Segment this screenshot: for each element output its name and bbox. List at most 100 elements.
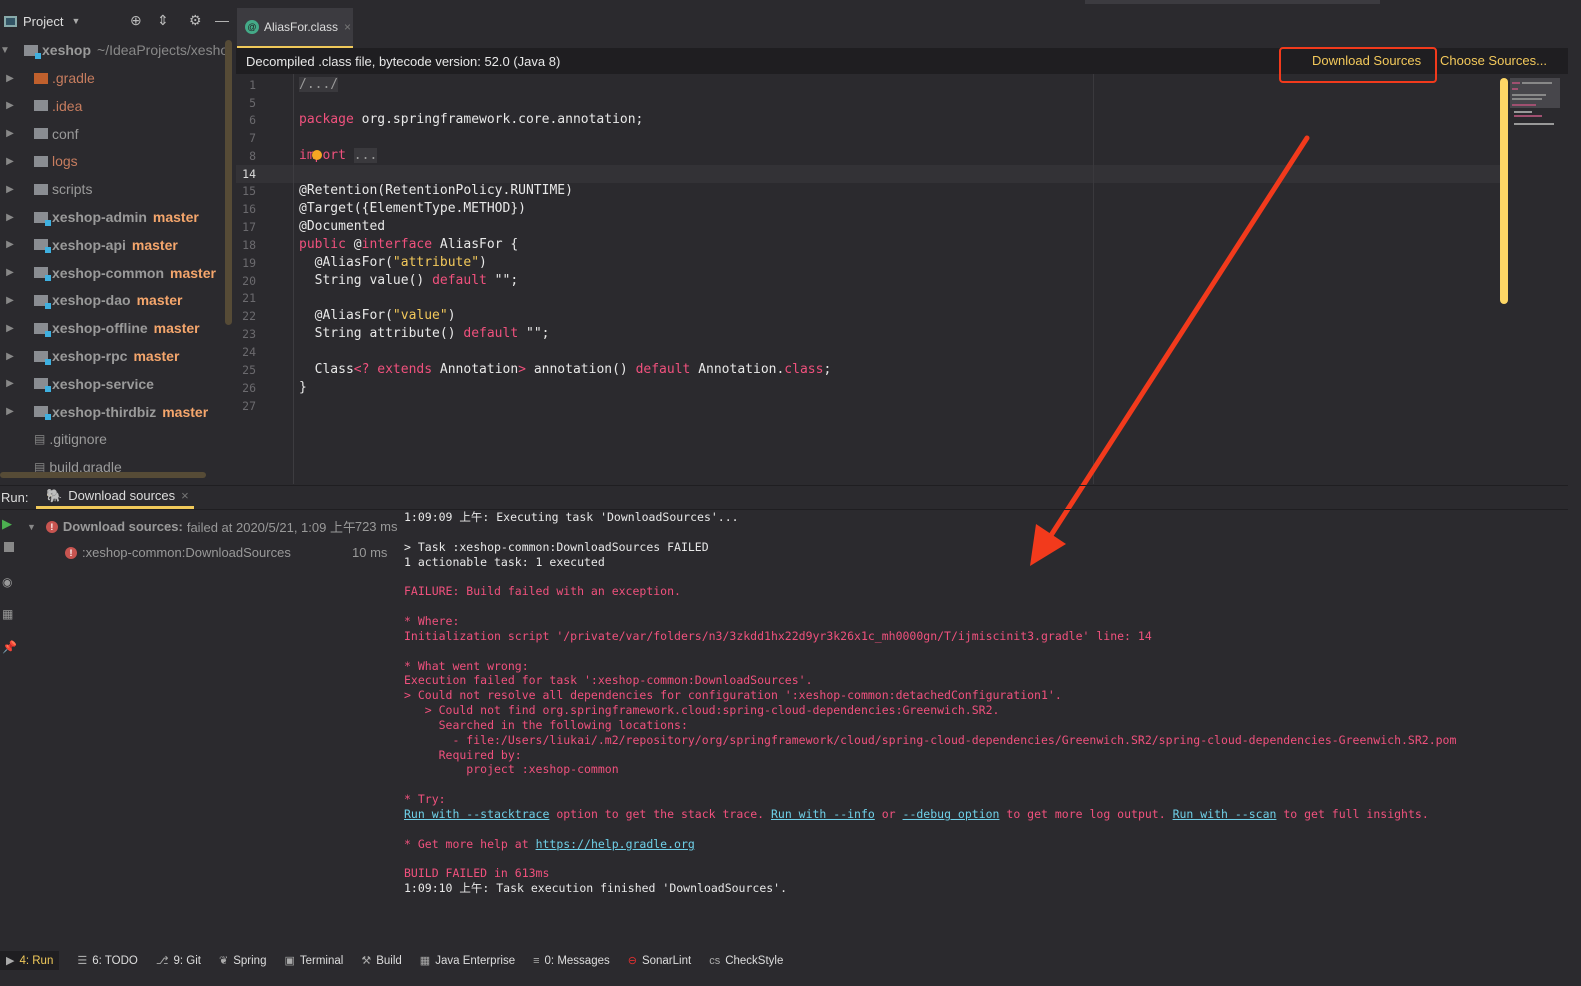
tool-window-button[interactable]: ▶ 4: Run [0,951,60,970]
console-line: > Could not find org.springframework.clo… [404,703,1000,718]
console-text: - file:/Users/liukai/.m2/repository/org/… [404,732,1457,747]
console-link[interactable]: --debug option [903,807,1000,821]
console-line: Execution failed for task ':xeshop-commo… [404,673,813,688]
console-line: - file:/Users/liukai/.m2/repository/org/… [404,733,1456,748]
console-text: BUILD FAILED in 613ms [404,866,550,881]
console-line: Searched in the following locations: [404,718,688,733]
console-line: Initialization script '/private/var/fold… [404,629,1152,644]
tool-window-bar: ▶ 4: Run ☰ 6: TODO ⎇ 9: Git ❦ Spring ▣ Terminal ⚒ B… [0,948,1581,973]
task-name: :xeshop-common:DownloadSources [82,545,291,560]
run-label: Run: [1,490,29,505]
hammer-icon: ⚒ [361,955,372,967]
chevron-down-icon[interactable]: ▼ [27,522,36,532]
run-tab-label: Download sources [68,488,176,503]
tool-window-button[interactable]: ⚒ Build [361,954,402,968]
console-link[interactable]: https://help.gradle.org [536,837,695,851]
tool-window-button[interactable]: ❦ Spring [219,954,267,968]
tool-window-label: SonarLint [641,954,692,967]
messages-icon: ≡ [533,954,540,967]
console-line: * What went wrong: [404,659,529,674]
console-line: > Task :xeshop-common:DownloadSources FA… [404,540,709,555]
tool-window-label: 4: Run [19,954,54,967]
error-icon: ! [45,520,58,533]
console-line: * Try: [404,792,446,807]
tool-window-label: Spring [233,954,267,967]
console-text: * Where: [404,613,460,628]
java-enterprise-icon: ▦ [419,955,431,967]
console-line: * Get more help at https://help.gradle.o… [404,837,695,852]
tool-window-button[interactable]: ⎇ 9: Git [155,954,201,968]
console-text: or [874,807,903,821]
console-text: > Could not resolve all dependencies for… [404,688,1062,703]
console-text: 1:09:10 上午: Task execution finished 'Dow… [404,881,788,896]
console-text: 1 actionable task: 1 executed [404,554,605,569]
checkstyle-icon: cs [709,954,721,967]
tool-window-label: CheckStyle [725,954,784,967]
tool-window-button[interactable]: cs CheckStyle [709,955,783,967]
play-icon: ▶ [6,955,15,967]
console-line: BUILD FAILED in 613ms [404,866,549,881]
tool-window-button[interactable]: ≡ 0: Messages [533,955,610,967]
console-link[interactable]: Run with --info [771,807,875,821]
tab-download-sources[interactable]: 🐘 Download sources × [36,485,194,509]
console-text: * Get more help at [404,836,536,851]
layout-icon[interactable]: ▦ [2,607,13,621]
run-title: Download sources: [62,519,183,534]
tool-window-button[interactable]: ⊖ SonarLint [627,954,692,968]
console-line: 1:09:09 上午: Executing task 'DownloadSour… [404,510,739,525]
divider [0,509,1568,510]
run-panel-header: Run: [0,485,1568,509]
tool-window-label: Build [376,954,402,967]
task-duration: 10 ms [352,545,388,560]
run-detail: failed at 2020/5/21, 1:09 上午 [186,520,355,535]
pin-icon[interactable]: 📌 [2,640,17,654]
tool-window-label: 0: Messages [544,954,610,967]
rerun-icon[interactable]: ▶ [2,516,12,532]
console-text: FAILURE: Build failed with an exception. [404,584,681,599]
list-icon: ☰ [77,955,88,967]
sonarlint-icon: ⊖ [627,955,637,967]
git-icon: ⎇ [155,955,169,967]
eye-icon[interactable]: ◉ [2,575,12,589]
console-line: FAILURE: Build failed with an exception. [404,584,681,599]
tool-window-label: 6: TODO [92,954,138,967]
run-duration: 723 ms [354,519,398,534]
run-tree-root[interactable]: ▼ ! Download sources: failed at 2020/5/2… [27,517,397,536]
console-text: * What went wrong: [404,658,529,673]
console-link[interactable]: Run with --scan [1173,807,1277,821]
console-line: * Where: [404,614,459,629]
console-text: > Task :xeshop-common:DownloadSources FA… [404,539,709,554]
console-text: Execution failed for task ':xeshop-commo… [404,673,813,688]
console-text: to get more log output. [999,807,1173,821]
console-link[interactable]: Run with --stacktrace [404,807,549,821]
tool-window-button[interactable]: ☰ 6: TODO [77,954,138,968]
console-line: 1 actionable task: 1 executed [404,555,605,570]
run-tree-task[interactable]: ! :xeshop-common:DownloadSources 10 ms [65,545,387,560]
gradle-elephant-icon: 🐘 [46,487,63,503]
console-text: option to get the stack trace. [549,807,771,821]
close-icon[interactable]: × [181,488,189,503]
console-text: to get full insights. [1276,807,1429,821]
terminal-icon: ▣ [284,955,295,967]
console-text: Searched in the following locations: [404,717,688,732]
console-line: project :xeshop-common [404,762,619,777]
tool-window-label: Java Enterprise [435,954,516,967]
console-text: * Try: [404,792,446,807]
console-line: Run with --stacktrace option to get the … [404,807,1429,822]
tool-window-button[interactable]: ▣ Terminal [284,954,344,968]
console-text: Initialization script '/private/var/fold… [404,628,1152,643]
console-text: Required by: [404,747,522,762]
console-text: 1:09:09 上午: Executing task 'DownloadSour… [404,510,739,524]
stop-icon[interactable] [4,542,14,552]
console-text: project :xeshop-common [404,762,619,777]
console-line: Required by: [404,748,522,763]
tool-window-label: Terminal [299,954,344,967]
console-text: > Could not find org.springframework.clo… [404,703,1000,718]
tool-window-button[interactable]: ▦ Java Enterprise [419,954,516,968]
error-icon: ! [65,546,77,559]
console-line: 1:09:10 上午: Task execution finished 'Dow… [404,881,787,896]
tool-window-label: 9: Git [173,954,201,967]
console-line: > Could not resolve all dependencies for… [404,688,1062,703]
bottom-edge [0,973,1581,986]
spring-leaf-icon: ❦ [219,955,229,967]
